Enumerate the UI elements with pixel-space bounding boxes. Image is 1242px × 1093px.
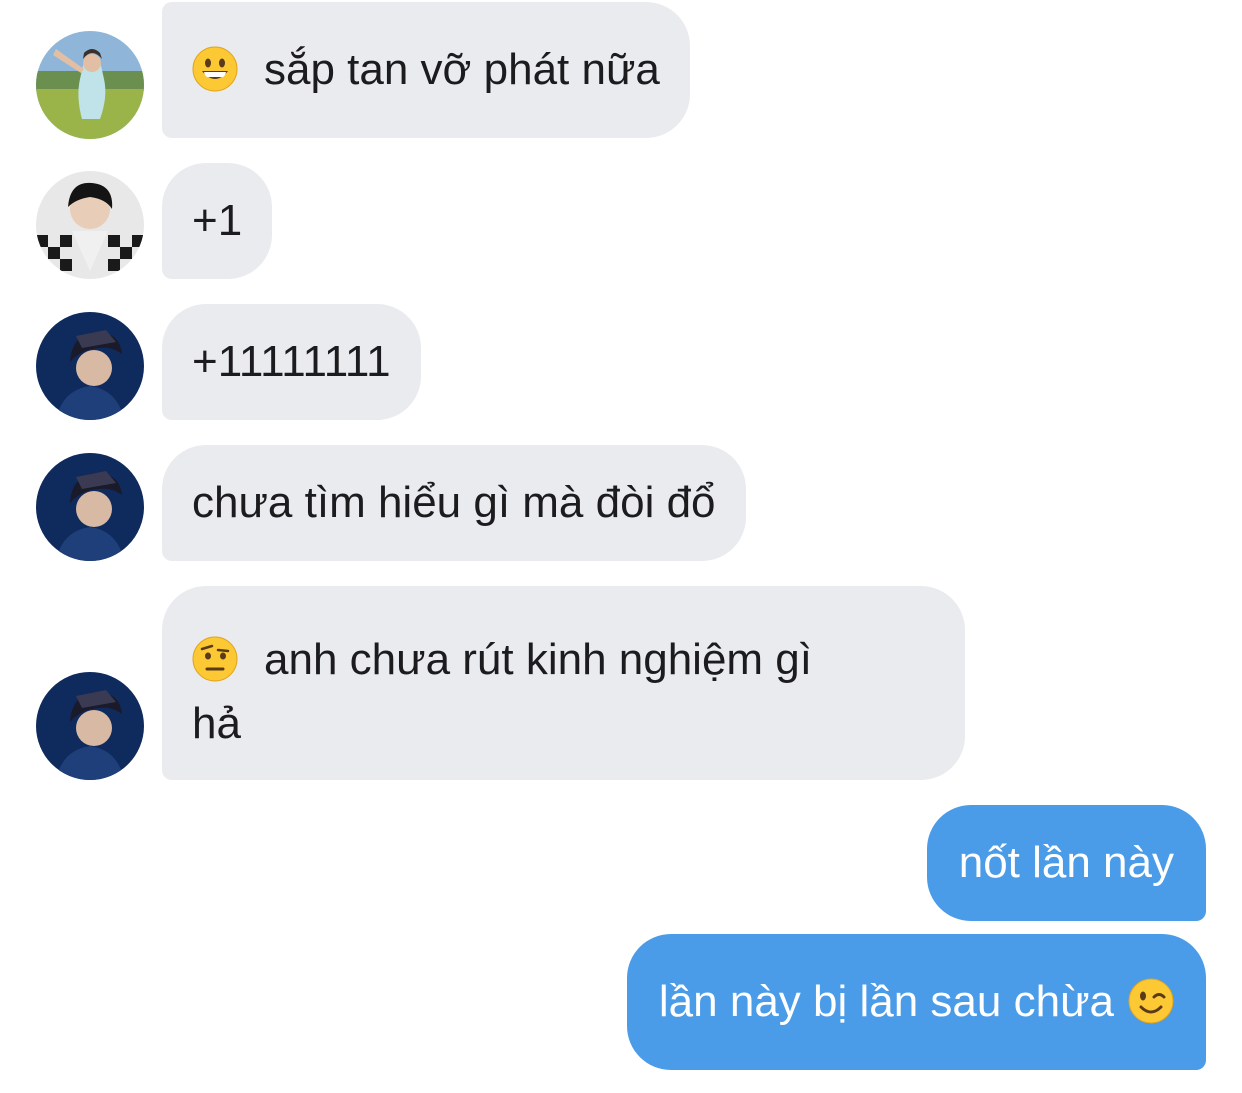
message-bubble-incoming[interactable]: sắp tan vỡ phát nữa [162,2,690,138]
message-bubble-incoming[interactable]: chưa tìm hiểu gì mà đòi đổ [162,445,746,561]
avatar-dark-blue-photo[interactable] [36,453,144,561]
message-text: lần này bị lần sau chừa [658,977,1114,1026]
message-text: sắp tan vỡ phát nữa [264,45,660,94]
message-text: +1 [192,196,243,245]
message-line: hả [192,692,935,756]
avatar-dark-blue-image [36,312,144,420]
message-text: chưa tìm hiểu gì mà đòi đổ [192,478,716,527]
winking-face-icon [1128,978,1174,1024]
message-text: nốt lần này [958,838,1174,887]
avatar-dark-blue-image [36,672,144,780]
message-bubble-incoming[interactable]: +11111111 [162,304,421,420]
avatar-outdoor-photo[interactable] [36,31,144,139]
message-text: anh chưa rút kinh nghiệm gì [264,635,813,684]
message-text: hả [192,699,241,748]
avatar-dark-blue-image [36,453,144,561]
message-bubble-incoming[interactable]: anh chưa rút kinh nghiệm gì hả [162,586,965,780]
avatar-dark-blue-photo[interactable] [36,672,144,780]
raised-eyebrow-face-icon [192,636,238,682]
message-line: anh chưa rút kinh nghiệm gì [192,628,935,692]
message-bubble-outgoing[interactable]: nốt lần này [926,805,1206,921]
avatar-checkered-image [36,171,144,279]
grinning-face-icon [192,46,238,92]
message-bubble-outgoing[interactable]: lần này bị lần sau chừa [626,934,1206,1070]
avatar-dark-blue-photo[interactable] [36,312,144,420]
message-text: +11111111 [192,337,391,386]
avatar-checkered-photo[interactable] [36,171,144,279]
message-bubble-incoming[interactable]: +1 [162,163,273,279]
avatar-outdoor-image [36,31,144,139]
